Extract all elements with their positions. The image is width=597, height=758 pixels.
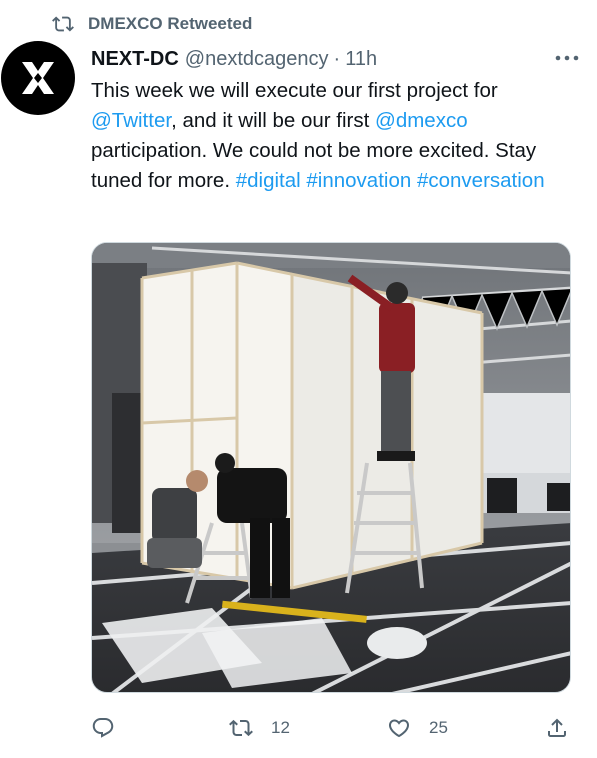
tweet-timestamp[interactable]: 11h xyxy=(345,48,377,71)
hashtag-digital-link[interactable]: #digital xyxy=(236,169,301,192)
author-name[interactable]: NEXT-DC xyxy=(91,48,179,71)
more-dots-icon xyxy=(555,55,579,61)
like-count: 25 xyxy=(429,718,448,737)
author-handle[interactable]: @nextdcagency xyxy=(185,48,329,71)
tweet-text: This week we will execute our first proj… xyxy=(91,76,571,196)
retweet-icon xyxy=(229,719,253,737)
retweet-button[interactable]: 12 xyxy=(229,708,290,748)
reply-icon xyxy=(92,718,114,738)
heart-icon xyxy=(388,719,410,738)
retweet-count: 12 xyxy=(271,718,290,737)
avatar[interactable] xyxy=(1,41,75,115)
mention-dmexco-link[interactable]: @dmexco xyxy=(375,109,468,132)
tweet-header: NEXT-DC @nextdcagency · 11h xyxy=(91,44,567,74)
retweeted-label[interactable]: DMEXCO Retweeted xyxy=(88,14,252,34)
retweeted-indicator: DMEXCO Retweeted xyxy=(52,12,252,36)
tweet-text-part: This week we will execute our first proj… xyxy=(91,79,498,102)
retweet-icon xyxy=(52,16,74,32)
reply-button[interactable] xyxy=(91,708,133,748)
photo-illustration xyxy=(92,243,570,692)
hashtag-innovation-link[interactable]: #innovation xyxy=(306,169,411,192)
hashtag-conversation-link[interactable]: #conversation xyxy=(417,169,545,192)
tweet-text-part: , and it will be our first xyxy=(171,109,376,132)
share-button[interactable] xyxy=(545,708,569,748)
nextdc-logo-icon xyxy=(22,62,54,94)
mention-twitter-link[interactable]: @Twitter xyxy=(91,109,171,132)
share-icon xyxy=(548,718,566,737)
tweet-action-bar: 12 25 xyxy=(91,708,571,748)
like-button[interactable]: 25 xyxy=(387,708,448,748)
more-options-button[interactable] xyxy=(551,44,583,72)
tweet-media-photo[interactable] xyxy=(91,242,571,693)
separator-dot: · xyxy=(333,47,341,70)
